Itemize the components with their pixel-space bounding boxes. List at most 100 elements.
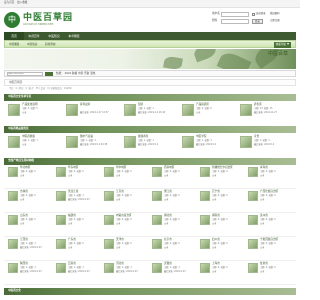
site-logo[interactable]: 中 中医百草园 弘扬中医药文化 传播健康生活理念 bbox=[4, 10, 78, 30]
region-forum-card[interactable]: 上海市 主题: 0, 帖数: 0 从未 bbox=[200, 262, 246, 279]
forum-thumbnail bbox=[66, 104, 78, 116]
forum-last-post: 从未 bbox=[22, 110, 27, 114]
region-forum-card[interactable]: 吉林省 主题: 0, 帖数: 0 从未 bbox=[8, 190, 54, 207]
hot-word[interactable]: 湿热 bbox=[90, 72, 95, 75]
quick-nav-button[interactable]: 快速导航 bbox=[273, 42, 291, 48]
region-forum-card[interactable]: 华东地区 主题: 0, 帖数: 0 从未 bbox=[56, 166, 102, 183]
forum-card[interactable]: 刮痧 主题: 1, 帖数: 1 最后发表: 2024-4-4 16:16 bbox=[124, 103, 178, 120]
forum-thumbnail bbox=[56, 263, 66, 273]
add-favorite-link[interactable]: 加入收藏 bbox=[17, 1, 27, 5]
site-header: 中 中医百草园 弘扬中医药文化 传播健康生活理念 用户名 自动登录 找回密码 密… bbox=[0, 8, 300, 31]
password-input[interactable] bbox=[221, 19, 249, 24]
forum-last-post: 从未 bbox=[196, 110, 201, 114]
logo-title: 中医百草园 bbox=[23, 13, 74, 23]
region-forum-card[interactable]: 湖北省 主题: 0, 帖数: 0 从未 bbox=[152, 214, 198, 231]
region-forum-card[interactable]: 内蒙古自治区 主题: 0, 帖数: 0 从未 bbox=[104, 214, 150, 231]
forum-card[interactable]: 延年益寿 最后发表: 2024-1-27 12:37 bbox=[66, 103, 120, 120]
forum-thumbnail bbox=[66, 136, 78, 148]
region-forum-card[interactable]: 北京市 主题: 0, 帖数: 0 从未 bbox=[152, 238, 198, 255]
forum-last-post: 从未 bbox=[260, 197, 265, 201]
register-link[interactable]: 立即注册 bbox=[270, 19, 280, 23]
forum-thumbnail bbox=[152, 239, 162, 249]
forum-card[interactable]: 养生区 主题: 13, 帖数: 15 最后发表: 2024-11-27 bbox=[240, 103, 294, 120]
region-forum-card[interactable]: 湖南省 主题: 0, 帖数: 0 从未 bbox=[200, 214, 246, 231]
forum-name[interactable]: 延年益寿 bbox=[80, 103, 90, 107]
login-button[interactable]: 登录 bbox=[252, 19, 263, 24]
forum-card[interactable]: 中医学院 主题: 1, 帖数: 1 最后发表: 2024-5-2 bbox=[182, 135, 236, 152]
region-forum-card[interactable]: 四川省 主题: 0, 帖数: 0 从未 bbox=[200, 238, 246, 255]
region-forum-card[interactable]: 安徽省 主题: 1, 帖数: 1 最后发表: 2024-4-23 bbox=[152, 262, 198, 279]
region-forum-card[interactable]: 西南地区 主题: 0, 帖数: 0 从未 bbox=[152, 166, 198, 183]
region-forum-card[interactable]: 宁夏回族自治区 主题: 0, 帖数: 0 从未 bbox=[248, 238, 294, 255]
forum-thumbnail bbox=[104, 215, 114, 225]
forum-card[interactable]: 产品投诉区 主题: 0, 帖数: 0 从未 bbox=[182, 103, 236, 120]
region-forum-card[interactable]: 黑龙江省 主题: 1, 帖数: 1 最后发表: 2024-4-23 bbox=[56, 190, 102, 207]
region-forum-card[interactable]: 贵州省 主题: 0, 帖数: 0 从未 bbox=[248, 214, 294, 231]
forum-thumbnail bbox=[56, 239, 66, 249]
subnav-item-lookup[interactable]: 药材查询 bbox=[45, 42, 55, 48]
breadcrumb-home[interactable]: 中医百草园 bbox=[9, 81, 22, 85]
leaf-decoration bbox=[216, 49, 252, 69]
region-forum-card[interactable]: 江苏省 主题: 0, 帖数: 0 从未 bbox=[104, 190, 150, 207]
forum-card[interactable]: 健康养生 主题: 1, 帖数: 1 最后发表: 2024-5-2 bbox=[124, 135, 178, 152]
nav-item-herbs[interactable]: 中药百草 bbox=[24, 32, 44, 40]
region-forum-card[interactable]: 云南省 主题: 1, 帖数: 1 最后发表: 2024-4-23 bbox=[56, 262, 102, 279]
forum-thumbnail bbox=[200, 167, 210, 177]
forum-card[interactable]: 中医药健康 主题: 1, 帖数: 1 从未 bbox=[8, 135, 62, 152]
forum-card[interactable]: 产品使用说明 主题: 5, 帖数: 5 从未 bbox=[8, 103, 62, 120]
region-forum-card[interactable]: 广东省 主题: 0, 帖数: 0 从未 bbox=[56, 238, 102, 255]
region-forum-card[interactable]: 广西壮族自治区 主题: 0, 帖数: 0 从未 bbox=[248, 190, 294, 207]
section-header[interactable]: 全国产地百生药材种植 bbox=[4, 158, 296, 165]
forum-last-post: 最后发表: 2024-5-2 bbox=[254, 142, 275, 146]
forum-thumbnail bbox=[56, 191, 66, 201]
section-header[interactable]: 中医药文化传承专区 bbox=[4, 94, 296, 101]
section-header[interactable]: 中医药精品服务区 bbox=[4, 126, 296, 133]
region-forum-card[interactable]: 山东省 主题: 0, 帖数: 0 从未 bbox=[8, 214, 54, 231]
set-homepage-link[interactable]: 设为首页 bbox=[4, 1, 14, 5]
forum-thumbnail bbox=[8, 239, 18, 249]
forum-stats: 今日：0 | 昨日：0 | 帖子：35 | 会员：9 | 欢迎新会员：X12Vb… bbox=[4, 87, 296, 92]
hot-word[interactable]: 2024 bbox=[65, 72, 72, 75]
region-forum-card[interactable]: 浙江省 主题: 0, 帖数: 0 从未 bbox=[152, 190, 198, 207]
forgot-password-link[interactable]: 找回密码 bbox=[270, 12, 280, 16]
region-forum-card[interactable]: 辽宁省 主题: 0, 帖数: 0 从未 bbox=[200, 190, 246, 207]
region-forum-card[interactable]: 河北省 主题: 1, 帖数: 1 最后发表: 2024-4-23 bbox=[104, 262, 150, 279]
hot-search: 热搜： 2024 肿瘤 中药 乐备 湿热 bbox=[56, 72, 95, 76]
stats-text: 今日：0 | 昨日：0 | 帖子：35 | 会员：9 | 欢迎新会员：X12Vb… bbox=[9, 87, 72, 90]
nav-item-home[interactable]: 首页 bbox=[4, 32, 24, 40]
hot-word[interactable]: 乐备 bbox=[84, 72, 89, 75]
region-forum-card[interactable]: 福建省 主题: 0, 帖数: 0 从未 bbox=[56, 214, 102, 231]
username-input[interactable] bbox=[221, 12, 249, 17]
region-forum-card[interactable]: 青海省 主题: 0, 帖数: 0 从未 bbox=[248, 166, 294, 183]
region-forum-card[interactable]: 甘肃省 主题: 0, 帖数: 0 从未 bbox=[248, 262, 294, 279]
forum-last-post: 最后发表: 2024-4-23 bbox=[20, 269, 42, 273]
section-header[interactable]: 中医药文化 bbox=[4, 288, 296, 295]
region-forum-card[interactable]: 天津市 主题: 0, 帖数: 0 从未 bbox=[104, 238, 150, 255]
forum-thumbnail bbox=[248, 167, 258, 177]
search-button[interactable] bbox=[45, 72, 53, 76]
subnav-item-atlas[interactable]: 中药图鉴 bbox=[9, 42, 19, 48]
hot-word[interactable]: 中药 bbox=[78, 72, 83, 75]
region-forum-card[interactable]: 华北地区 主题: 0, 帖数: 0 从未 bbox=[8, 166, 54, 183]
subnav-item-knowledge[interactable]: 中药知识 bbox=[27, 42, 37, 48]
hot-word[interactable]: 肿瘤 bbox=[72, 72, 77, 75]
banner-title: 中医百草 bbox=[267, 51, 288, 57]
forum-card[interactable]: 宣景 主题: 1, 帖数: 1 最后发表: 2024-5-2 bbox=[240, 135, 294, 152]
search-input[interactable] bbox=[7, 72, 43, 76]
forum-card[interactable]: 随中汽高速 主题: 1, 帖数: 1 最后发表: 2024-5-2 00:38 bbox=[66, 135, 120, 152]
remember-checkbox[interactable] bbox=[252, 13, 255, 16]
region-forum-card[interactable]: 陕西省 主题: 1, 帖数: 1 最后发表: 2024-4-23 bbox=[8, 262, 54, 279]
forum-last-post: 从未 bbox=[212, 245, 217, 249]
nav-item-knowledge[interactable]: 中医知识 bbox=[44, 32, 64, 40]
sub-nav: 中药图鉴 中药知识 药材查询 快速导航 bbox=[4, 40, 296, 48]
forum-last-post: 从未 bbox=[116, 245, 121, 249]
region-forum-card[interactable]: 新疆维吾尔自治区 主题: 0, 帖数: 0 从未 bbox=[200, 166, 246, 183]
region-forum-card[interactable]: 华中地区 主题: 0, 帖数: 0 从未 bbox=[104, 166, 150, 183]
login-panel: 用户名 自动登录 找回密码 密码 登录 立即注册 bbox=[212, 12, 296, 30]
leaf-decoration bbox=[163, 55, 183, 69]
forum-thumbnail bbox=[104, 239, 114, 249]
region-forum-card[interactable]: 江西省 主题: 1, 帖数: 1 最后发表: 2024-4-23 bbox=[8, 238, 54, 255]
section-title: 全国产地百生药材种植 bbox=[8, 158, 34, 162]
search-bar: 热搜： 2024 肿瘤 中药 乐备 湿热 bbox=[4, 70, 296, 77]
nav-item-compendium[interactable]: 本草纲目 bbox=[64, 32, 84, 40]
